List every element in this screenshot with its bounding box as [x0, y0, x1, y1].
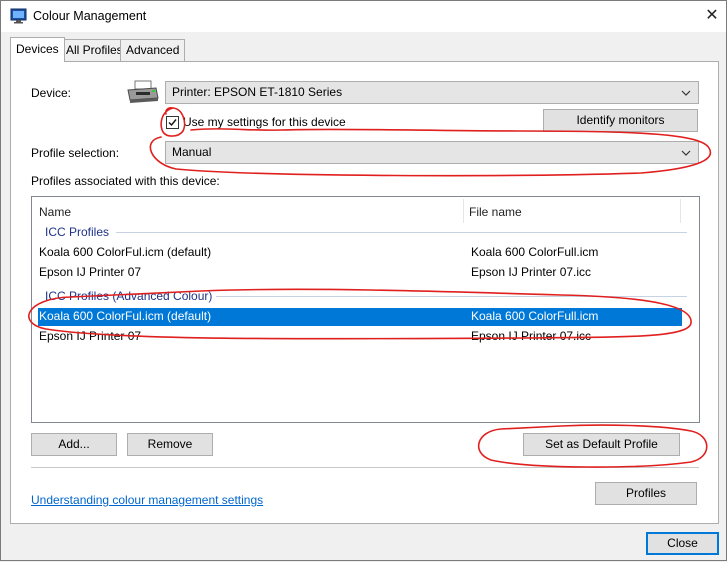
tab-devices[interactable]: Devices — [10, 37, 65, 62]
profile-selection-value: Manual — [172, 145, 212, 159]
checkmark-icon — [168, 119, 177, 127]
profile-file-name: Koala 600 ColorFull.icm — [471, 309, 599, 323]
tab-advanced[interactable]: Advanced — [120, 39, 186, 61]
colour-management-window: Colour Management ✕ Devices All Profiles… — [0, 0, 727, 561]
use-my-settings-label[interactable]: Use my settings for this device — [183, 115, 346, 129]
profiles-list[interactable]: Name File name ICC Profiles Koala 600 Co… — [31, 196, 700, 423]
button-label: Add... — [58, 437, 90, 451]
profile-file-name: Epson IJ Printer 07.icc — [471, 329, 592, 343]
identify-monitors-button[interactable]: Identify monitors — [543, 109, 698, 132]
profiles-button[interactable]: Profiles — [595, 482, 697, 505]
chevron-down-icon — [681, 150, 691, 156]
tab-label: Devices — [16, 42, 59, 56]
tab-label: All Profiles — [66, 43, 123, 57]
divider — [31, 467, 699, 468]
group-divider — [116, 232, 687, 233]
chevron-down-icon — [681, 90, 691, 96]
column-divider[interactable] — [463, 199, 464, 223]
associated-profiles-label: Profiles associated with this device: — [31, 174, 220, 188]
column-header-file-name[interactable]: File name — [469, 205, 522, 219]
profile-file-name: Koala 600 ColorFull.icm — [471, 245, 599, 259]
window-title: Colour Management — [33, 9, 147, 23]
use-my-settings-checkbox[interactable] — [166, 116, 179, 129]
title-bar: Colour Management ✕ — [1, 1, 726, 32]
list-item[interactable]: Epson IJ Printer 07 Epson IJ Printer 07.… — [38, 264, 682, 282]
profile-name: Epson IJ Printer 07 — [39, 329, 142, 343]
device-selected-value: Printer: EPSON ET-1810 Series — [172, 85, 343, 99]
column-header-name[interactable]: Name — [39, 205, 71, 219]
list-item-selected[interactable]: Koala 600 ColorFul.icm (default) Koala 6… — [38, 308, 682, 326]
profile-name: Koala 600 ColorFul.icm (default) — [39, 309, 212, 323]
column-divider[interactable] — [680, 199, 681, 223]
set-default-profile-button[interactable]: Set as Default Profile — [523, 433, 680, 456]
button-label: Set as Default Profile — [545, 437, 658, 451]
list-item[interactable]: Epson IJ Printer 07 Epson IJ Printer 07.… — [38, 328, 682, 346]
device-dropdown[interactable]: Printer: EPSON ET-1810 Series — [165, 81, 699, 104]
tab-all-profiles[interactable]: All Profiles — [60, 39, 129, 61]
remove-button[interactable]: Remove — [127, 433, 213, 456]
profile-selection-label: Profile selection: — [31, 146, 120, 160]
devices-panel: Device: Printer: EPSON ET-1810 Series Us… — [10, 61, 719, 524]
tab-label: Advanced — [126, 43, 180, 57]
close-button[interactable]: Close — [646, 532, 719, 555]
add-button[interactable]: Add... — [31, 433, 117, 456]
group-divider — [216, 296, 687, 297]
close-icon[interactable]: ✕ — [698, 4, 726, 28]
profile-name: Koala 600 ColorFul.icm (default) — [39, 245, 212, 259]
group-header-icc-profiles-advanced: ICC Profiles (Advanced Colour) — [45, 289, 213, 303]
button-label: Profiles — [625, 486, 666, 500]
monitor-app-icon — [10, 8, 27, 24]
list-item[interactable]: Koala 600 ColorFul.icm (default) Koala 6… — [38, 244, 682, 262]
button-label: Identify monitors — [576, 113, 665, 127]
button-label: Close — [667, 536, 698, 550]
help-link[interactable]: Understanding colour management settings — [31, 493, 263, 507]
profile-selection-dropdown[interactable]: Manual — [165, 141, 699, 164]
device-label: Device: — [31, 86, 72, 100]
button-label: Remove — [147, 437, 193, 451]
profile-file-name: Epson IJ Printer 07.icc — [471, 265, 592, 279]
profile-name: Epson IJ Printer 07 — [39, 265, 142, 279]
group-header-icc-profiles: ICC Profiles — [45, 225, 110, 239]
printer-icon — [127, 80, 159, 103]
